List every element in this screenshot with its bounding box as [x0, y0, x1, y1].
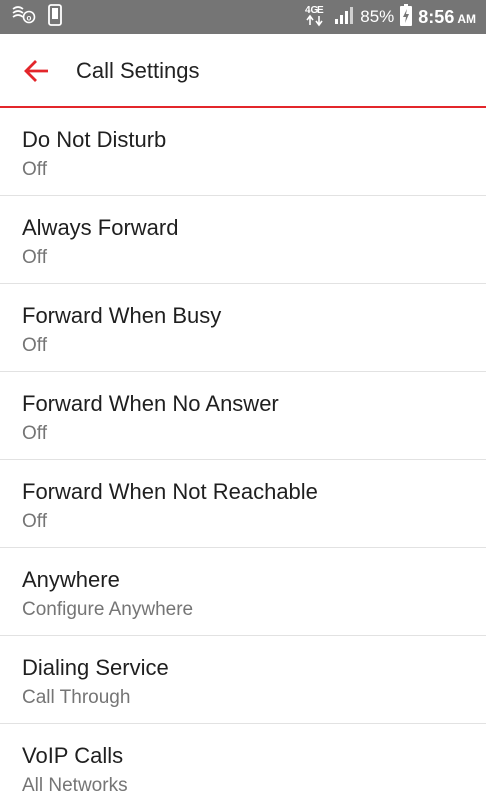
setting-forward-when-busy[interactable]: Forward When Busy Off: [0, 284, 486, 372]
app-bar: Call Settings: [0, 34, 486, 108]
clock-ampm: AM: [457, 11, 476, 26]
battery-charging-icon: [400, 3, 413, 31]
status-bar: o 4G E 85% 8:56 AM: [0, 0, 486, 34]
setting-dialing-service[interactable]: Dialing Service Call Through: [0, 636, 486, 724]
setting-forward-when-no-answer[interactable]: Forward When No Answer Off: [0, 372, 486, 460]
clock-time: 8:56: [418, 6, 455, 27]
setting-title: Forward When No Answer: [22, 391, 279, 416]
setting-value: Off: [22, 423, 47, 444]
setting-value: All Networks: [22, 775, 128, 796]
setting-always-forward[interactable]: Always Forward Off: [0, 196, 486, 284]
setting-anywhere[interactable]: Anywhere Configure Anywhere: [0, 548, 486, 636]
svg-text:E: E: [317, 5, 324, 16]
settings-list: Do Not Disturb Off Always Forward Off Fo…: [0, 108, 486, 811]
svg-text:o: o: [27, 13, 32, 22]
setting-value: Configure Anywhere: [22, 599, 194, 620]
phone-device-icon: [48, 3, 62, 31]
setting-title: Forward When Busy: [22, 303, 222, 328]
clock: 8:56 AM: [418, 7, 476, 28]
setting-title: VoIP Calls: [22, 743, 124, 768]
setting-title: Dialing Service: [22, 655, 169, 680]
setting-voip-calls[interactable]: VoIP Calls All Networks: [0, 724, 486, 811]
setting-do-not-disturb[interactable]: Do Not Disturb Off: [0, 108, 486, 196]
setting-value: Call Through: [22, 687, 131, 708]
network-4g-icon: 4G E: [304, 3, 328, 32]
vvm-icon: o: [12, 4, 36, 31]
setting-title: Forward When Not Reachable: [22, 479, 318, 504]
page-title: Call Settings: [76, 58, 200, 83]
setting-forward-when-not-reachable[interactable]: Forward When Not Reachable Off: [0, 460, 486, 548]
setting-title: Anywhere: [22, 567, 120, 592]
setting-value: Off: [22, 335, 47, 356]
back-button[interactable]: [22, 56, 52, 86]
setting-value: Off: [22, 247, 47, 268]
battery-percent: 85%: [360, 7, 395, 26]
arrow-left-icon: [22, 60, 52, 90]
setting-value: Off: [22, 159, 47, 180]
signal-icon: [334, 5, 354, 30]
setting-value: Off: [22, 511, 47, 532]
setting-title: Do Not Disturb: [22, 127, 167, 152]
setting-title: Always Forward: [22, 215, 179, 240]
